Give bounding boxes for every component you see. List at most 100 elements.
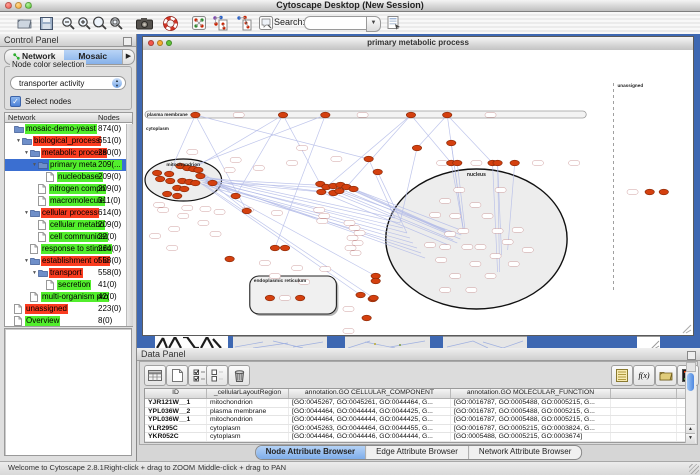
node-label-pill[interactable]	[224, 168, 235, 172]
graph-node[interactable]	[242, 208, 251, 214]
search-input[interactable]	[304, 16, 373, 30]
graph-node[interactable]	[349, 186, 358, 192]
graph-node[interactable]	[173, 193, 182, 199]
node-label-pill[interactable]	[214, 210, 225, 214]
node-label-pill[interactable]	[269, 274, 280, 278]
graph-node[interactable]	[373, 169, 382, 175]
column-header[interactable]: annotation.GO MOLECULAR_FUNCTION	[451, 389, 611, 398]
node-label-pill[interactable]	[450, 214, 461, 218]
graph-node[interactable]	[208, 180, 217, 186]
table-row[interactable]: YPL036W__1mitochondrion[GO:0044464, GO:0…	[145, 416, 691, 425]
attribute-table[interactable]: ID_cellularLayoutRegionannotation.GO CEL…	[144, 388, 692, 443]
node-label-pill[interactable]	[440, 245, 451, 249]
node-color-dropdown[interactable]: transporter activity	[10, 76, 126, 90]
node-label-pill[interactable]	[569, 161, 580, 165]
graph-node[interactable]	[166, 178, 175, 184]
node-label-pill[interactable]	[437, 161, 448, 165]
graph-node[interactable]	[364, 156, 373, 162]
apply-layout-2-icon[interactable]	[234, 14, 254, 32]
graph-node[interactable]	[369, 295, 378, 301]
node-label-pill[interactable]	[508, 262, 519, 266]
node-label-pill[interactable]	[345, 246, 356, 250]
float-panel-icon[interactable]	[123, 37, 132, 46]
tree-row[interactable]: response to stimulu264(0)	[5, 243, 132, 255]
window-resize-grip[interactable]	[689, 464, 699, 474]
table-row[interactable]: YPL036W__2plasma membrane[GO:0044464, GO…	[145, 408, 691, 417]
node-label-pill[interactable]	[347, 236, 358, 240]
tree-row[interactable]: secretion41(0)	[5, 279, 132, 291]
close-button[interactable]	[5, 2, 12, 9]
scroll-down-icon[interactable]: ▼	[686, 433, 695, 443]
graph-node[interactable]	[453, 160, 462, 166]
node-label-pill[interactable]	[182, 206, 193, 210]
scrollbar-thumb[interactable]	[687, 373, 694, 391]
expander-icon[interactable]: ▼	[31, 162, 38, 168]
help-icon[interactable]	[160, 14, 180, 32]
new-attribute-icon[interactable]	[166, 365, 188, 386]
annotation-icon[interactable]	[256, 14, 276, 32]
node-label-pill[interactable]	[522, 248, 533, 252]
tree-row[interactable]: mosaic-demo-yeast874(0)	[5, 123, 132, 135]
graph-node[interactable]	[356, 292, 365, 298]
node-label-pill[interactable]	[462, 245, 473, 249]
tree-row[interactable]: cell communicat22(0)	[5, 231, 132, 243]
node-label-pill[interactable]	[436, 258, 447, 262]
node-label-pill[interactable]	[430, 213, 441, 217]
graph-node[interactable]	[265, 295, 274, 301]
node-label-pill[interactable]	[349, 226, 360, 230]
tab-node-attribute-browser[interactable]: Node Attribute Browser	[256, 446, 367, 459]
graph-node[interactable]	[493, 160, 502, 166]
graph-node[interactable]	[443, 112, 452, 118]
formula-builder-icon[interactable]: f(x)	[633, 365, 655, 386]
expander-icon[interactable]: ▼	[23, 150, 30, 156]
minimize-button[interactable]	[157, 40, 163, 46]
save-icon[interactable]	[36, 14, 56, 32]
node-label-pill[interactable]	[352, 241, 363, 245]
table-row[interactable]: YJR121W__1mitochondrion[GO:0045267, GO:0…	[145, 399, 691, 408]
node-label-pill[interactable]	[158, 208, 169, 212]
expander-icon[interactable]: ▼	[23, 258, 30, 264]
float-panel-icon[interactable]	[687, 351, 696, 360]
tree-row[interactable]: nucleobase-209(0)	[5, 171, 132, 183]
tree-row[interactable]: ▼cellular process614(0)	[5, 207, 132, 219]
tree-row[interactable]: nitrogen compo209(0)	[5, 183, 132, 195]
node-label-pill[interactable]	[343, 329, 354, 333]
minimize-button[interactable]	[15, 2, 22, 9]
node-label-pill[interactable]	[512, 228, 523, 232]
tree-column-network[interactable]: Network	[8, 113, 36, 123]
tree-row[interactable]: ▼biological_process651(0)	[5, 135, 132, 147]
graph-node[interactable]	[321, 112, 330, 118]
node-label-pill[interactable]	[154, 203, 165, 207]
node-label-pill[interactable]	[169, 227, 180, 231]
tree-row[interactable]: ▼primary metabo209(...	[5, 159, 132, 171]
tree-row[interactable]: ▼establishment of lo558(0)	[5, 255, 132, 267]
table-corner-widget[interactable]	[686, 362, 696, 372]
tree-row[interactable]: Overview8(0)	[5, 315, 132, 327]
node-label-pill[interactable]	[271, 211, 282, 215]
graph-node[interactable]	[165, 171, 174, 177]
delete-attribute-icon[interactable]	[228, 365, 250, 386]
node-label-pill[interactable]	[200, 207, 211, 211]
graph-node[interactable]	[280, 245, 289, 251]
expander-icon[interactable]: ▼	[23, 210, 30, 216]
graph-node[interactable]	[152, 170, 161, 176]
column-header[interactable]: ID	[145, 389, 207, 398]
tab-overflow-arrow-icon[interactable]: ▶	[122, 50, 134, 64]
node-label-pill[interactable]	[354, 231, 365, 235]
node-label-pill[interactable]	[343, 307, 354, 311]
node-label-pill[interactable]	[350, 251, 361, 255]
column-header[interactable]: _cellularLayoutRegion	[207, 389, 289, 398]
node-label-pill[interactable]	[167, 246, 178, 250]
graph-node[interactable]	[510, 160, 519, 166]
node-label-pill[interactable]	[495, 188, 506, 192]
graph-node[interactable]	[270, 245, 279, 251]
graph-node[interactable]	[296, 295, 305, 301]
search-dropdown-icon[interactable]: ▼	[366, 16, 381, 32]
zoom-window-button[interactable]	[25, 2, 32, 9]
graph-node[interactable]	[362, 315, 371, 321]
graph-node[interactable]	[278, 112, 287, 118]
snapshot-icon[interactable]	[134, 14, 154, 32]
zoom-window-button[interactable]	[166, 40, 172, 46]
graph-node[interactable]	[191, 112, 200, 118]
background-window-fragment[interactable]	[345, 336, 430, 348]
